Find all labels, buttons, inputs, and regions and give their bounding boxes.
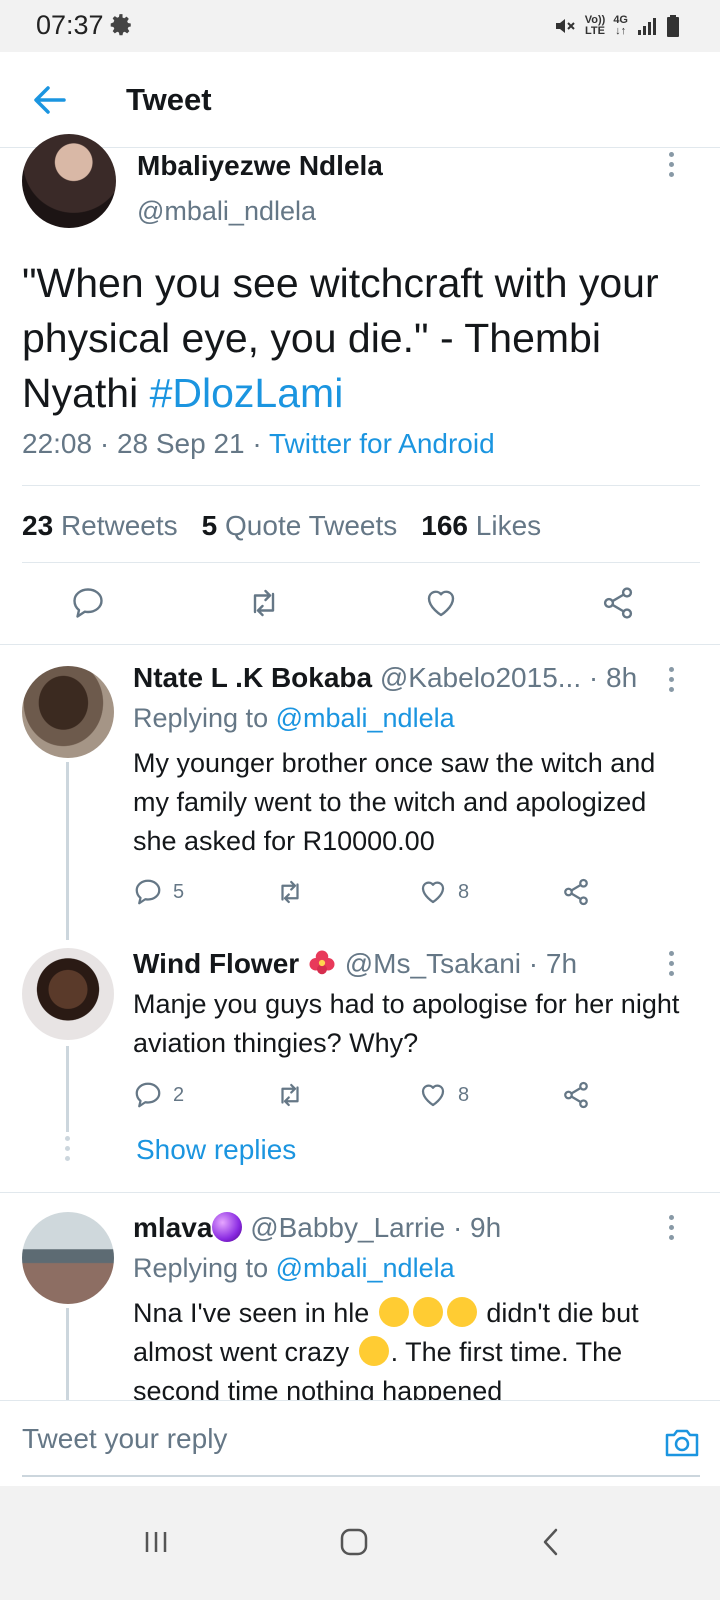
divider bbox=[22, 562, 700, 563]
mute-icon bbox=[555, 19, 575, 33]
crystal-ball-emoji-icon bbox=[212, 1212, 243, 1242]
settings-gear-icon bbox=[110, 14, 131, 36]
replying-to-link[interactable]: @mbali_ndlela bbox=[276, 1253, 455, 1283]
reply-input[interactable]: Tweet your reply bbox=[22, 1423, 227, 1455]
signal-icon bbox=[638, 18, 656, 35]
home-icon[interactable] bbox=[334, 1522, 374, 1562]
reply-text: Manje you guys had to apologise for her … bbox=[133, 989, 680, 1058]
like-count: 8 bbox=[458, 880, 470, 903]
reply-more-options-icon[interactable] bbox=[666, 667, 676, 692]
tweet-source-link[interactable]: Twitter for Android bbox=[269, 428, 495, 459]
reply-more-options-icon[interactable] bbox=[666, 951, 676, 976]
tweet-meta: 22:08 · 28 Sep 21 · Twitter for Android bbox=[22, 428, 495, 460]
reply-author-name[interactable]: mlava bbox=[133, 1212, 212, 1243]
share-icon[interactable] bbox=[600, 585, 636, 621]
retweet-icon bbox=[281, 1083, 299, 1107]
reply-count: 5 bbox=[173, 880, 185, 903]
reply-action[interactable]: 2 bbox=[133, 1080, 184, 1110]
divider bbox=[0, 1192, 720, 1193]
retweet-icon bbox=[281, 880, 299, 904]
share-action[interactable] bbox=[561, 877, 591, 907]
camera-icon[interactable] bbox=[662, 1425, 702, 1461]
back-nav-icon[interactable] bbox=[532, 1522, 572, 1562]
status-time: 07:37 bbox=[36, 10, 104, 40]
reply-author-name[interactable]: Ntate L .K Bokaba bbox=[133, 662, 372, 693]
app-header: Tweet bbox=[0, 52, 720, 148]
system-nav-bar bbox=[0, 1486, 720, 1600]
reply-header: mlava @Babby_Larrie · 9h bbox=[133, 1212, 501, 1244]
replying-to-link[interactable]: @mbali_ndlela bbox=[276, 703, 455, 733]
reply-avatar[interactable] bbox=[22, 1212, 114, 1304]
composer-underline bbox=[22, 1475, 700, 1477]
reply-avatar[interactable] bbox=[22, 666, 114, 758]
author-handle[interactable]: @mbali_ndlela bbox=[137, 196, 316, 227]
quote-tweets-stat[interactable]: 5 Quote Tweets bbox=[202, 510, 398, 542]
retweet-action[interactable] bbox=[275, 1080, 305, 1110]
replying-to: Replying to @mbali_ndlela bbox=[133, 1253, 455, 1283]
reply-avatar[interactable] bbox=[22, 948, 114, 1040]
reply-author-name[interactable]: Wind Flower bbox=[133, 948, 299, 979]
like-heart-icon bbox=[421, 881, 445, 904]
tears-of-joy-emoji-icon bbox=[358, 1336, 389, 1366]
reply-more-options-icon[interactable] bbox=[666, 1215, 676, 1240]
show-replies-link[interactable]: Show replies bbox=[136, 1134, 296, 1166]
thread-line bbox=[66, 1046, 69, 1132]
like-action[interactable]: 8 bbox=[418, 1080, 469, 1110]
divider bbox=[0, 644, 720, 645]
weary-face-emoji-icon bbox=[378, 1297, 409, 1327]
like-action[interactable]: 8 bbox=[418, 877, 469, 907]
like-heart-icon[interactable] bbox=[423, 585, 459, 621]
share-icon bbox=[564, 878, 588, 906]
hashtag-link[interactable]: #DlozLami bbox=[150, 370, 344, 416]
reply-text: My younger brother once saw the witch an… bbox=[133, 748, 656, 856]
replying-to: Replying to @mbali_ndlela bbox=[133, 703, 455, 733]
tweet-stats: 23 Retweets 5 Quote Tweets 166 Likes bbox=[22, 510, 565, 542]
reply-icon[interactable] bbox=[70, 585, 106, 621]
reply-text: Nna I've seen in hle didn't die but almo… bbox=[133, 1297, 639, 1400]
share-action[interactable] bbox=[561, 1080, 591, 1110]
thread-line bbox=[66, 762, 69, 940]
back-arrow-icon[interactable] bbox=[30, 82, 70, 118]
retweet-action[interactable] bbox=[275, 877, 305, 907]
recent-apps-icon[interactable] bbox=[136, 1522, 176, 1562]
tears-of-joy-emoji-icon bbox=[412, 1297, 443, 1327]
reply-header: Wind Flower @Ms_Tsakani · 7h bbox=[133, 948, 577, 980]
page-title: Tweet bbox=[126, 82, 212, 117]
thread-line bbox=[66, 1308, 69, 1400]
tweet-timestamp: 22:08 · 28 Sep 21 · bbox=[22, 428, 269, 459]
like-heart-icon bbox=[421, 1084, 445, 1107]
volte-indicator: Vo)) LTE bbox=[584, 14, 606, 37]
status-bar: 07:37 Vo)) LTE 4G ↓↑ bbox=[0, 0, 720, 52]
reply-author-handle[interactable]: @Babby_Larrie · 9h bbox=[250, 1212, 501, 1243]
reply-icon bbox=[135, 1082, 161, 1108]
likes-stat[interactable]: 166 Likes bbox=[421, 510, 541, 542]
flower-emoji-icon bbox=[309, 950, 335, 975]
divider bbox=[22, 485, 700, 486]
share-icon bbox=[564, 1081, 588, 1109]
tweet-more-options-icon[interactable] bbox=[666, 152, 676, 177]
reply-author-handle[interactable]: @Kabelo2015... · 8h bbox=[380, 662, 637, 693]
reply-count: 2 bbox=[173, 1083, 185, 1106]
network-type-indicator: 4G ↓↑ bbox=[613, 14, 628, 37]
retweet-icon[interactable] bbox=[246, 585, 282, 621]
author-name[interactable]: Mbaliyezwe Ndlela bbox=[137, 150, 383, 182]
battery-icon bbox=[667, 15, 679, 37]
reply-action[interactable]: 5 bbox=[133, 877, 184, 907]
retweets-stat[interactable]: 23 Retweets bbox=[22, 510, 178, 542]
reply-header: Ntate L .K Bokaba @Kabelo2015... · 8h bbox=[133, 662, 637, 694]
reply-composer: Tweet your reply bbox=[0, 1400, 720, 1486]
like-count: 8 bbox=[458, 1083, 470, 1106]
tweet-text: "When you see witchcraft with your physi… bbox=[22, 256, 662, 421]
author-avatar[interactable] bbox=[22, 134, 116, 228]
tears-of-joy-emoji-icon bbox=[446, 1297, 477, 1327]
reply-author-handle[interactable]: @Ms_Tsakani · 7h bbox=[345, 948, 577, 979]
thread-continuation-dots bbox=[62, 1136, 72, 1161]
reply-icon bbox=[135, 879, 161, 905]
status-icons: Vo)) LTE 4G ↓↑ bbox=[553, 12, 680, 40]
